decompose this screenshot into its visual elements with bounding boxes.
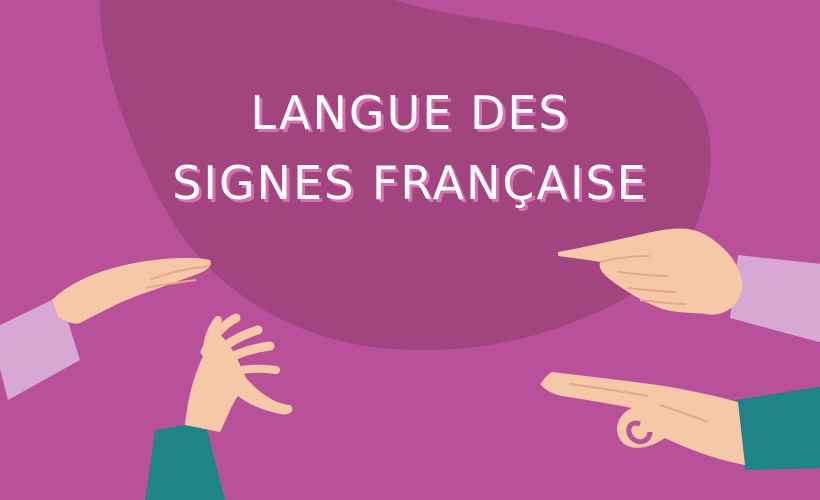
title-line-2: SIGNES FRANÇAISE bbox=[172, 156, 648, 210]
illustration bbox=[0, 0, 820, 500]
banner: LANGUE DES SIGNES FRANÇAISE bbox=[0, 0, 820, 500]
claw-hand-icon bbox=[145, 313, 293, 500]
open-palm-hand-icon bbox=[0, 257, 211, 400]
pinch-hand-icon bbox=[540, 372, 820, 470]
title-line-1: LANGUE DES bbox=[250, 86, 570, 140]
page-title: LANGUE DES SIGNES FRANÇAISE bbox=[130, 78, 690, 218]
